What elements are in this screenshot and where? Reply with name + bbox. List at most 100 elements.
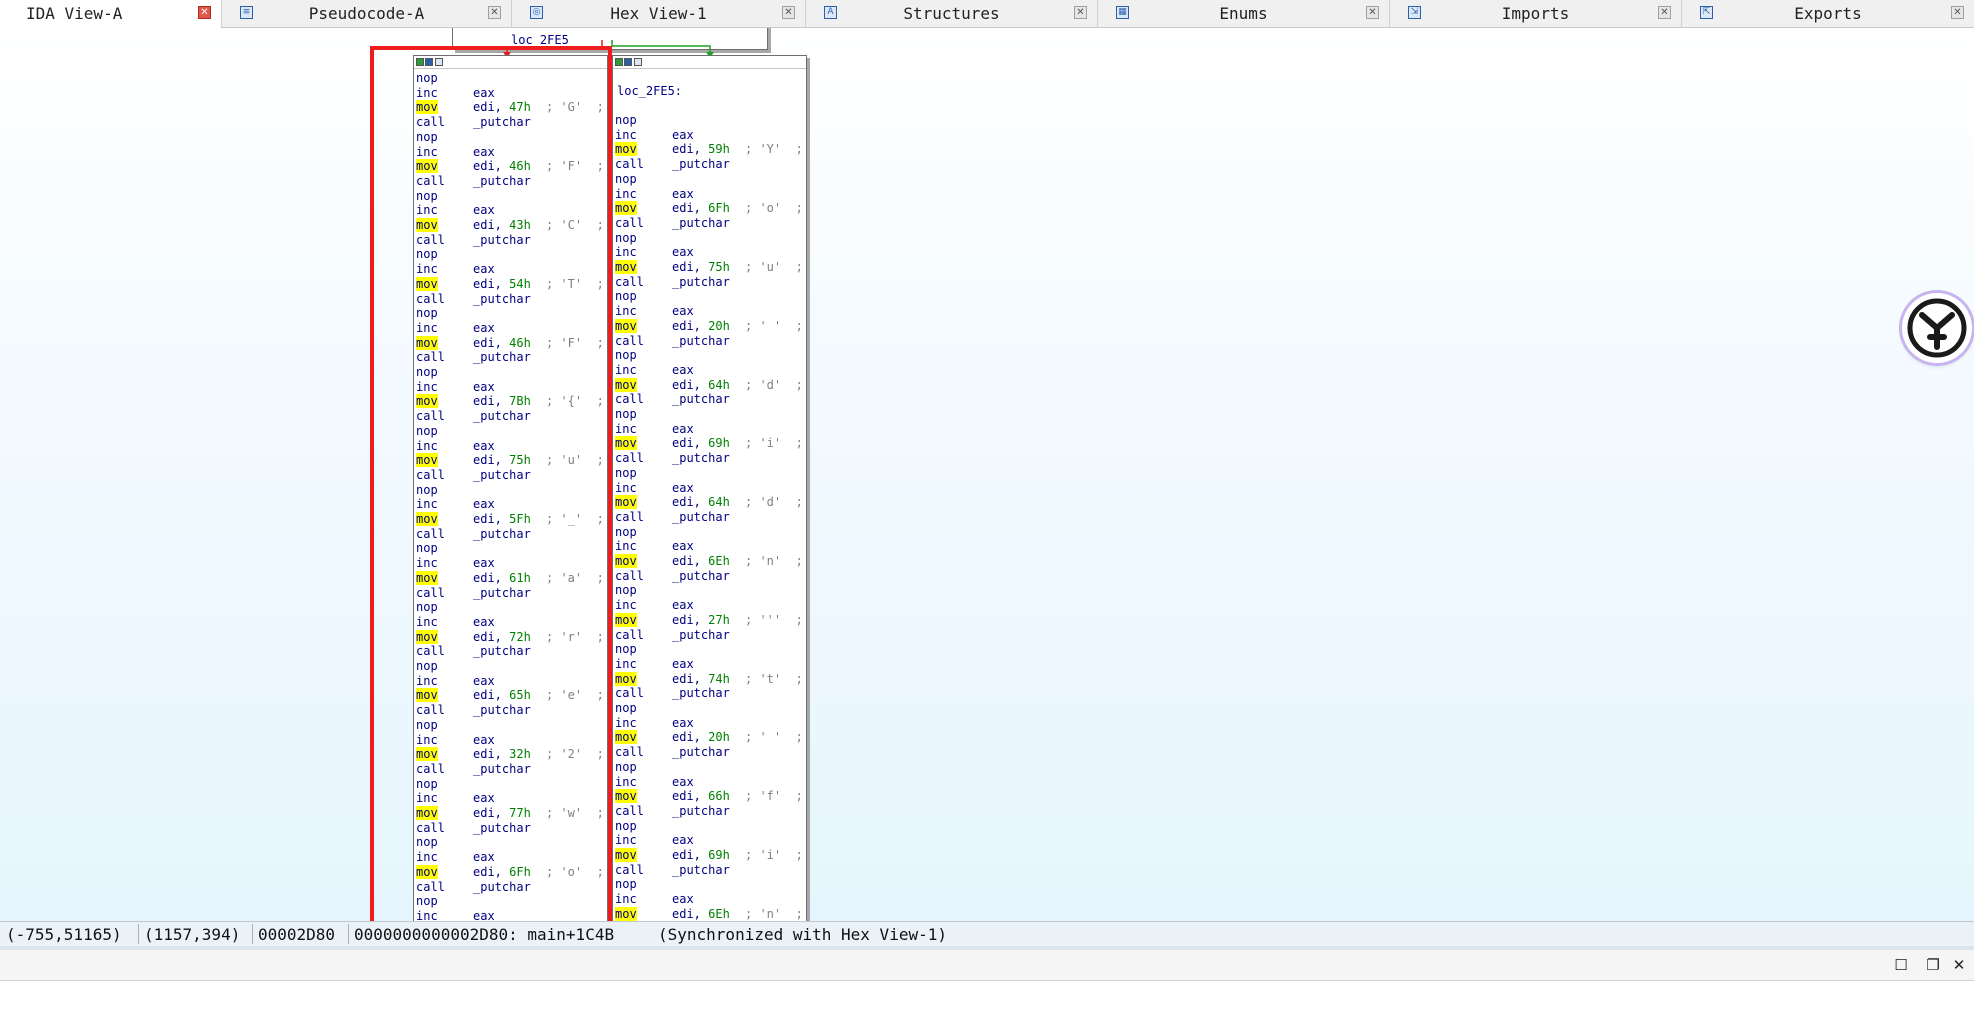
asm-line[interactable]: mov edi, 6Fh ; 'o' ; c (615, 201, 805, 216)
asm-line[interactable]: mov edi, 54h ; 'T' ; c (416, 276, 606, 291)
asm-line[interactable]: nop (416, 189, 606, 203)
asm-line[interactable]: nop (615, 583, 805, 597)
asm-line[interactable]: nop (615, 642, 805, 656)
asm-line[interactable]: mov edi, 72h ; 'r' ; c (416, 629, 606, 644)
asm-line[interactable]: call _putchar (615, 275, 805, 289)
asm-line[interactable]: inc eax (615, 598, 805, 612)
asm-line[interactable]: call _putchar (615, 686, 805, 700)
asm-line[interactable]: nop (615, 407, 805, 421)
asm-line[interactable]: call _putchar (615, 569, 805, 583)
asm-line[interactable]: inc eax (615, 363, 805, 377)
asm-line[interactable]: mov edi, 5Fh ; '_' ; c (416, 512, 606, 526)
asm-line[interactable]: nop (416, 247, 606, 261)
asm-line[interactable]: inc eax (416, 262, 606, 276)
tab-hex-view-1[interactable]: ◎ Hex View-1 ✕ (512, 0, 806, 27)
asm-line[interactable]: inc eax (416, 733, 606, 747)
asm-line[interactable]: call _putchar (416, 703, 606, 717)
asm-line[interactable]: nop (416, 718, 606, 732)
asm-line[interactable]: call _putchar (416, 233, 606, 247)
asm-line[interactable]: mov edi, 46h ; 'F' ; c (416, 335, 606, 350)
asm-line[interactable]: inc eax (416, 321, 606, 335)
asm-line[interactable]: nop (615, 525, 805, 539)
asm-line[interactable]: inc eax (615, 657, 805, 671)
asm-line[interactable]: nop (416, 306, 606, 320)
asm-line[interactable]: inc eax (615, 422, 805, 436)
close-icon[interactable]: ✕ (782, 6, 795, 19)
graph-node-right[interactable]: loc_2FE5: nopinceaxmovedi, 59h; 'Y' ; cc… (612, 55, 807, 921)
asm-line[interactable]: mov edi, 65h ; 'e' ; c (416, 688, 606, 703)
asm-line[interactable]: mov edi, 6Fh ; 'o' ; c (416, 864, 606, 879)
asm-line[interactable]: mov edi, 32h ; '2' ; c (416, 747, 606, 762)
asm-line[interactable]: call _putchar (416, 350, 606, 364)
asm-line[interactable]: mov edi, 20h ; ' ' ; c (615, 318, 805, 333)
asm-line[interactable]: call _putchar (615, 510, 805, 524)
asm-line[interactable]: call _putchar (615, 745, 805, 759)
asm-line[interactable]: inc eax (416, 203, 606, 217)
asm-line[interactable]: call _putchar (615, 334, 805, 348)
close-icon[interactable]: ✕ (488, 6, 501, 19)
asm-line[interactable]: call _putchar (416, 821, 606, 835)
asm-line[interactable]: inc eax (416, 674, 606, 688)
asm-line[interactable]: mov edi, 69h ; 'i' ; c (615, 436, 805, 451)
graph-node-left[interactable]: nopinceaxmovedi, 47h; 'G' ; ccall_putcha… (413, 55, 608, 921)
node-color-icon[interactable] (416, 58, 424, 66)
tab-ida-view-a[interactable]: IDA View-A ✕ (0, 0, 222, 28)
asm-line[interactable]: nop (615, 466, 805, 480)
floating-assistant-button[interactable] (1902, 293, 1972, 363)
asm-line[interactable]: inc eax (615, 892, 805, 906)
close-icon[interactable]: ✕ (1658, 6, 1671, 19)
close-icon[interactable]: ✕ (1951, 6, 1964, 19)
asm-line[interactable]: nop (416, 130, 606, 144)
asm-line[interactable]: inc eax (416, 850, 606, 864)
graph-view[interactable]: loc_2FE5 nopinceaxmovedi, 47h; 'G' ; cca… (0, 28, 1974, 921)
asm-line[interactable]: inc eax (615, 481, 805, 495)
asm-line[interactable]: call _putchar (615, 392, 805, 406)
asm-line[interactable]: mov edi, 64h ; 'd' ; c (615, 495, 805, 510)
asm-line[interactable]: inc eax (416, 791, 606, 805)
tab-pseudocode-a[interactable]: ≡ Pseudocode-A ✕ (222, 0, 512, 27)
asm-line[interactable]: inc eax (615, 304, 805, 318)
asm-line[interactable]: mov edi, 61h ; 'a' ; c (416, 570, 606, 585)
asm-line[interactable]: mov edi, 69h ; 'i' ; c (615, 848, 805, 862)
asm-line[interactable]: call _putchar (416, 292, 606, 306)
output-panel[interactable] (0, 981, 1974, 1033)
asm-line[interactable]: nop (615, 348, 805, 362)
asm-line[interactable]: inc eax (416, 497, 606, 511)
asm-line[interactable]: mov edi, 46h ; 'F' ; c (416, 159, 606, 174)
node-info-icon[interactable] (634, 58, 642, 66)
asm-line[interactable]: mov edi, 66h ; 'f' ; c (615, 789, 805, 804)
asm-line[interactable]: call _putchar (615, 157, 805, 171)
asm-line[interactable]: call _putchar (615, 628, 805, 642)
asm-line[interactable]: mov edi, 59h ; 'Y' ; c (615, 142, 805, 157)
tab-exports[interactable]: ⇱ Exports ✕ (1682, 0, 1974, 27)
asm-line[interactable]: mov edi, 7Bh ; '{' ; c (416, 394, 606, 409)
asm-line[interactable]: nop (416, 835, 606, 849)
asm-line[interactable]: inc eax (416, 909, 606, 921)
restore-icon[interactable]: ❐ (1924, 956, 1942, 974)
asm-line[interactable]: inc eax (615, 245, 805, 259)
asm-line[interactable]: call _putchar (615, 216, 805, 230)
asm-line[interactable]: inc eax (615, 833, 805, 847)
asm-line[interactable]: mov edi, 77h ; 'w' ; c (416, 806, 606, 820)
asm-line[interactable]: nop (416, 365, 606, 379)
asm-line[interactable]: inc eax (416, 556, 606, 570)
node-group-icon[interactable] (624, 58, 632, 66)
tab-imports[interactable]: ⇲ Imports ✕ (1390, 0, 1682, 27)
asm-line[interactable]: inc eax (615, 539, 805, 553)
asm-line[interactable]: inc eax (615, 775, 805, 789)
tab-enums[interactable]: ▦ Enums ✕ (1098, 0, 1390, 27)
asm-line[interactable]: nop (615, 113, 805, 127)
asm-line[interactable]: nop (615, 172, 805, 186)
asm-line[interactable]: nop (416, 600, 606, 614)
asm-line[interactable]: call _putchar (416, 468, 606, 482)
node-color-icon[interactable] (615, 58, 623, 66)
asm-line[interactable]: nop (416, 894, 606, 908)
asm-line[interactable]: call _putchar (416, 527, 606, 541)
asm-line[interactable]: nop (615, 231, 805, 245)
asm-line[interactable]: call _putchar (416, 762, 606, 776)
asm-line[interactable]: inc eax (416, 380, 606, 394)
asm-line[interactable]: inc eax (416, 439, 606, 453)
asm-line[interactable]: nop (416, 71, 606, 85)
asm-line[interactable]: call _putchar (615, 863, 805, 877)
asm-line[interactable]: nop (416, 777, 606, 791)
